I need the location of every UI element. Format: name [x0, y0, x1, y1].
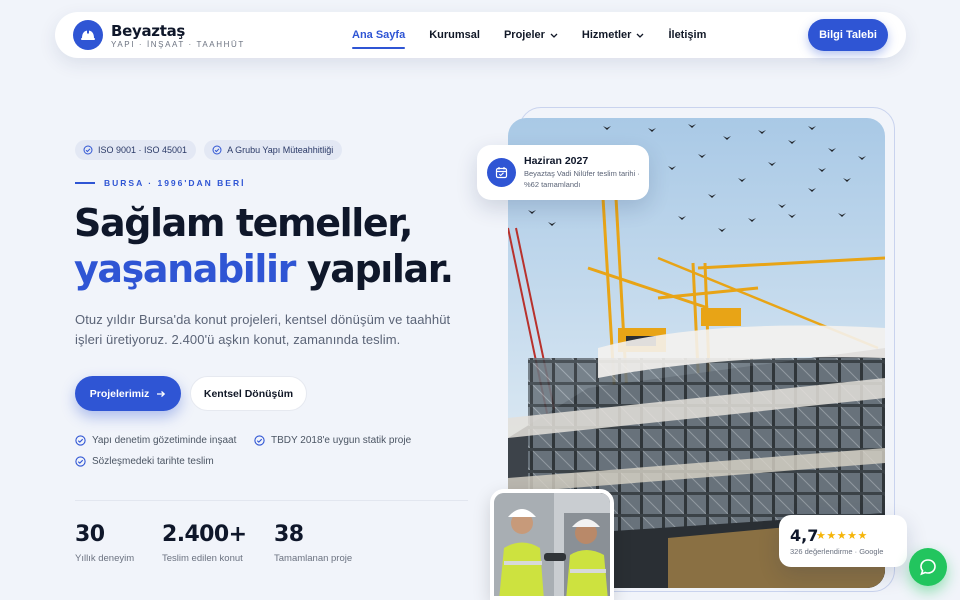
info-request-button[interactable]: Bilgi Talebi — [808, 19, 888, 51]
stat-value: 38 — [274, 522, 304, 547]
certification-badges: ISO 9001 · ISO 45001 A Grubu Yapı Müteah… — [75, 140, 350, 160]
feature-label: TBDY 2018'e uygun statik proje — [271, 435, 412, 446]
badge-iso: ISO 9001 · ISO 45001 — [75, 140, 197, 160]
google-rating-card[interactable]: 4,7 ★★★★★ 326 değerlendirme · Google — [779, 515, 907, 567]
eyebrow: BURSA · 1996'DAN BERİ — [75, 178, 245, 188]
nav-item-projeler[interactable]: Projeler — [504, 29, 558, 41]
check-circle-icon — [212, 145, 222, 155]
stat-projects: 38 Tamamlanan proje — [274, 522, 352, 564]
nav-item-kurumsal[interactable]: Kurumsal — [429, 29, 480, 41]
check-circle-icon — [75, 435, 86, 446]
projects-button[interactable]: Projelerimiz — [75, 376, 181, 411]
feature-item: Sözleşmedeki tarihte teslim — [75, 456, 214, 467]
chevron-down-icon — [550, 33, 558, 38]
hero-title-accent: yaşanabilir — [74, 247, 296, 291]
calendar-icon — [487, 158, 516, 187]
feature-item: TBDY 2018'e uygun statik proje — [254, 435, 411, 446]
stat-label: Teslim edilen konut — [162, 553, 243, 564]
badge-label: A Grubu Yapı Müteahhitliği — [227, 145, 334, 155]
urban-renewal-button[interactable]: Kentsel Dönüşüm — [190, 376, 307, 411]
project-status-card[interactable]: Haziran 2027 Beyaztaş Vadi Nilüfer tesli… — [477, 145, 649, 200]
check-circle-icon — [75, 456, 86, 467]
stat-units: 2.400+ Teslim edilen konut — [162, 522, 247, 564]
stat-experience: 30 Yıllık deneyim — [75, 522, 134, 564]
project-card-description: Beyaztaş Vadi Nilüfer teslim tarihi · %6… — [524, 169, 640, 189]
main-menu: Ana Sayfa Kurumsal Projeler Hizmetler İl… — [352, 12, 730, 58]
hero-title: Sağlam temeller, yaşanabilir yapılar. — [74, 200, 494, 292]
brand-tagline: YAPI · İNŞAAT · TAAHHÜT — [111, 40, 245, 49]
rating-value: 4,7 — [790, 526, 819, 545]
eyebrow-line — [75, 182, 95, 184]
nav-item-label: Kurumsal — [429, 29, 480, 41]
hero-title-rest: yapılar. — [295, 247, 454, 291]
feature-label: Yapı denetim gözetiminde inşaat — [92, 435, 237, 446]
nav-item-label: Projeler — [503, 29, 545, 41]
eyebrow-text: BURSA · 1996'DAN BERİ — [104, 178, 246, 188]
projects-button-label: Projelerimiz — [89, 387, 150, 400]
hard-hat-icon[interactable] — [73, 20, 103, 50]
nav-item-iletisim[interactable]: İletişim — [668, 29, 706, 41]
check-circle-icon — [254, 435, 265, 446]
chat-bubble-icon[interactable] — [909, 548, 947, 586]
chevron-down-icon — [636, 33, 644, 38]
stat-value: 2.400+ — [162, 522, 247, 547]
star-rating-icon: ★★★★★ — [816, 530, 868, 542]
badge-label: ISO 9001 · ISO 45001 — [98, 145, 188, 155]
divider — [75, 500, 468, 501]
nav-item-label: Hizmetler — [581, 29, 632, 41]
nav-item-label: Ana Sayfa — [352, 29, 406, 41]
arrow-right-icon — [157, 390, 166, 397]
nav-item-ana-sayfa[interactable]: Ana Sayfa — [352, 29, 406, 49]
hero-lead: Otuz yıldır Bursa'da konut projeleri, ke… — [75, 312, 451, 347]
badge-contractor: A Grubu Yapı Müteahhitliği — [204, 140, 343, 160]
brand-name[interactable]: Beyaztaş — [111, 22, 185, 40]
nav-item-hizmetler[interactable]: Hizmetler — [582, 29, 645, 41]
nav-item-label: İletişim — [668, 29, 707, 41]
stat-label: Yıllık deneyim — [75, 553, 135, 564]
check-circle-icon — [83, 145, 93, 155]
workers-photo — [490, 489, 614, 600]
project-card-title: Haziran 2027 — [524, 155, 589, 167]
top-navbar: Beyaztaş YAPI · İNŞAAT · TAAHHÜT Ana Say… — [55, 12, 906, 58]
feature-label: Sözleşmedeki tarihte teslim — [92, 456, 214, 467]
feature-item: Yapı denetim gözetiminde inşaat — [75, 435, 236, 446]
hero-title-line1: Sağlam temeller, — [74, 201, 413, 245]
stat-value: 30 — [75, 522, 105, 547]
rating-subtitle: 326 değerlendirme · Google — [790, 547, 884, 556]
stat-label: Tamamlanan proje — [274, 553, 353, 564]
